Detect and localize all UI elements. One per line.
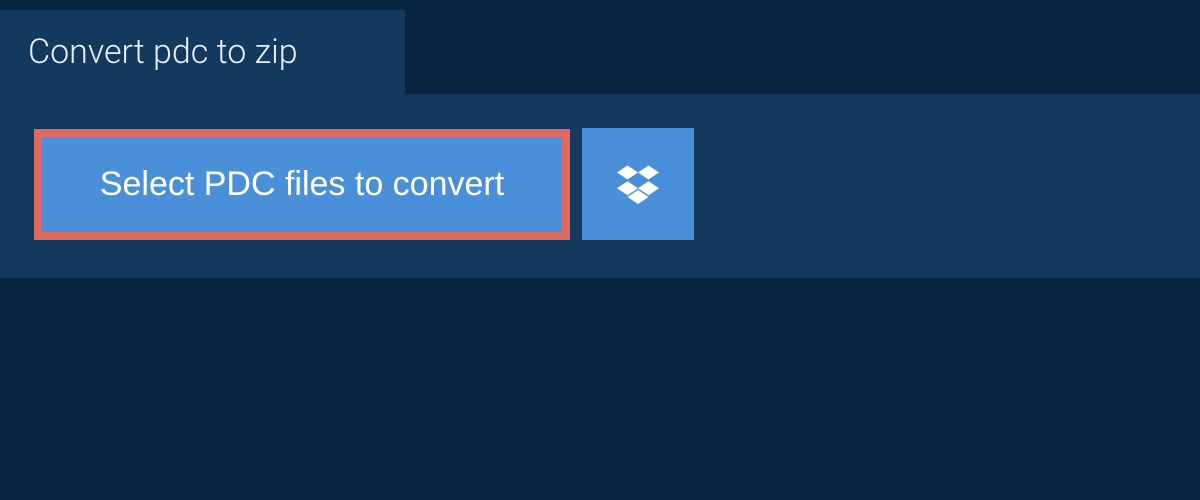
select-files-button[interactable]: Select PDC files to convert [42,137,562,232]
dropbox-icon [617,162,659,207]
tab-convert-pdc-to-zip[interactable]: Convert pdc to zip [0,10,405,94]
main-panel: Select PDC files to convert [0,94,1200,278]
select-files-highlight: Select PDC files to convert [34,129,570,240]
select-files-label: Select PDC files to convert [100,165,504,203]
dropbox-button[interactable] [582,128,694,240]
tab-title: Convert pdc to zip [28,32,298,72]
